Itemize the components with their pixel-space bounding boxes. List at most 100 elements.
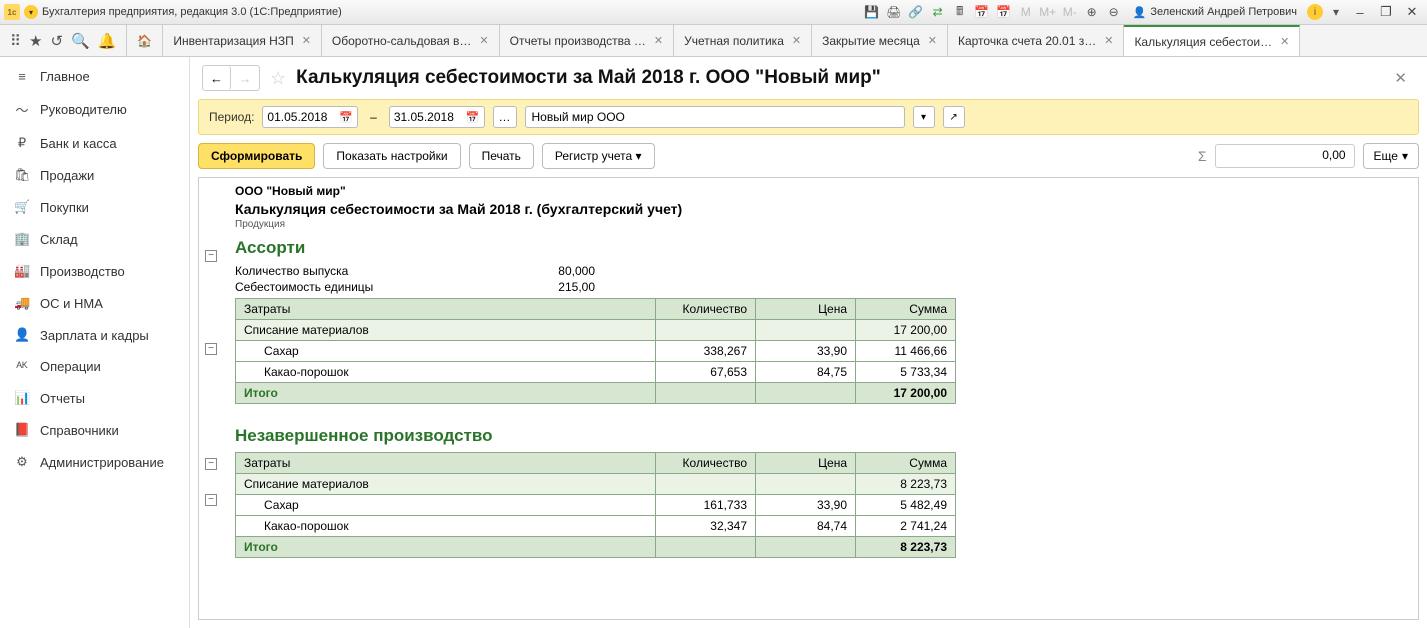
costs-table-2: ЗатратыКоличествоЦенаСумма Списание мате… bbox=[235, 452, 956, 558]
calendar2-icon[interactable]: 📅 bbox=[995, 3, 1013, 21]
close-icon[interactable]: ✕ bbox=[1104, 34, 1113, 47]
close-icon[interactable]: ✕ bbox=[479, 34, 488, 47]
col-header: Цена bbox=[756, 453, 856, 474]
minimize-button[interactable]: – bbox=[1349, 5, 1371, 20]
collapse-toggle[interactable]: − bbox=[205, 343, 217, 355]
m-plus-icon[interactable]: M+ bbox=[1039, 3, 1057, 21]
date-to-input[interactable] bbox=[394, 110, 462, 124]
notifications-icon[interactable]: 🔔 bbox=[98, 32, 117, 50]
info-dd-icon[interactable]: ▾ bbox=[1327, 3, 1345, 21]
bars-icon: 📊 bbox=[14, 390, 30, 406]
tabbar: ⠿ ★ ↺ 🔍 🔔 🏠 Инвентаризация НЗП✕ Оборотно… bbox=[0, 25, 1427, 57]
zoom-out-icon[interactable]: ⊖ bbox=[1105, 3, 1123, 21]
sidebar-item-production[interactable]: 🏭Производство bbox=[0, 255, 189, 287]
bag-icon: 🛍 bbox=[14, 167, 30, 183]
search-icon[interactable]: 🔍 bbox=[71, 32, 90, 50]
org-input[interactable] bbox=[532, 110, 898, 124]
close-icon[interactable]: ✕ bbox=[792, 34, 801, 47]
cart-icon: 🛒 bbox=[14, 199, 30, 215]
sidebar-item-warehouse[interactable]: 🏢Склад bbox=[0, 223, 189, 255]
calendar-icon[interactable]: 📅 bbox=[339, 111, 353, 124]
chevron-down-icon: ▾ bbox=[1402, 149, 1408, 163]
forward-button[interactable]: → bbox=[231, 66, 259, 90]
params-bar: Период: 📅 – 📅 … ▾ ↗ bbox=[198, 99, 1419, 135]
titlebar: 1c ▾ Бухгалтерия предприятия, редакция 3… bbox=[0, 0, 1427, 25]
register-button[interactable]: Регистр учета ▾ bbox=[542, 143, 655, 169]
tab-6[interactable]: Калькуляция себестои…✕ bbox=[1124, 25, 1300, 56]
apps-icon[interactable]: ⠿ bbox=[10, 32, 21, 50]
sidebar-item-label: Склад bbox=[40, 232, 78, 247]
save-icon[interactable]: 💾 bbox=[863, 3, 881, 21]
close-window-button[interactable]: ✕ bbox=[1401, 4, 1423, 20]
org-dropdown-button[interactable]: ▾ bbox=[913, 106, 935, 128]
link-icon[interactable]: 🔗 bbox=[907, 3, 925, 21]
compare-icon[interactable]: ⇄ bbox=[929, 3, 947, 21]
show-settings-button[interactable]: Показать настройки bbox=[323, 143, 460, 169]
date-from-field[interactable]: 📅 bbox=[262, 106, 358, 128]
calendar-icon[interactable]: 📅 bbox=[466, 111, 480, 124]
collapse-toggle[interactable]: − bbox=[205, 458, 217, 470]
period-picker-button[interactable]: … bbox=[493, 106, 517, 128]
generate-button[interactable]: Сформировать bbox=[198, 143, 315, 169]
close-icon[interactable]: ✕ bbox=[654, 34, 663, 47]
calc-icon[interactable]: 🖩 bbox=[951, 3, 969, 21]
print-icon[interactable]: 🖨 bbox=[885, 3, 903, 21]
tab-2[interactable]: Отчеты производства …✕ bbox=[500, 25, 674, 56]
truck-icon: 🚚 bbox=[14, 295, 30, 311]
maximize-button[interactable]: ❐ bbox=[1375, 4, 1397, 20]
org-field[interactable] bbox=[525, 106, 905, 128]
sidebar-item-refs[interactable]: 📕Справочники bbox=[0, 414, 189, 446]
param-label: Количество выпуска bbox=[235, 264, 505, 278]
close-icon[interactable]: ✕ bbox=[302, 34, 311, 47]
tab-1[interactable]: Оборотно-сальдовая в…✕ bbox=[322, 25, 500, 56]
close-icon[interactable]: ✕ bbox=[1280, 35, 1289, 48]
back-button[interactable]: ← bbox=[203, 66, 231, 90]
report-company: ООО "Новый мир" bbox=[235, 184, 1418, 198]
close-icon[interactable]: ✕ bbox=[928, 34, 937, 47]
sidebar-item-reports[interactable]: 📊Отчеты bbox=[0, 382, 189, 414]
tab-0[interactable]: Инвентаризация НЗП✕ bbox=[163, 25, 322, 56]
sum-field[interactable]: 0,00 bbox=[1215, 144, 1355, 168]
sidebar-item-sales[interactable]: 🛍Продажи bbox=[0, 159, 189, 191]
sidebar-item-bank[interactable]: ₽Банк и касса bbox=[0, 127, 189, 159]
sidebar-item-admin[interactable]: ⚙Администрирование bbox=[0, 446, 189, 478]
sidebar-item-payroll[interactable]: 👤Зарплата и кадры bbox=[0, 319, 189, 351]
ops-icon: ᴬᴷ bbox=[14, 359, 30, 374]
m-minus-icon[interactable]: M- bbox=[1061, 3, 1079, 21]
info-icon[interactable]: i bbox=[1307, 4, 1323, 20]
tab-5[interactable]: Карточка счета 20.01 з…✕ bbox=[948, 25, 1124, 56]
home-tab[interactable]: 🏠 bbox=[126, 25, 163, 56]
collapse-toggle[interactable]: − bbox=[205, 250, 217, 262]
tab-4[interactable]: Закрытие месяца✕ bbox=[812, 25, 948, 56]
date-from-input[interactable] bbox=[267, 110, 335, 124]
m-icon[interactable]: M bbox=[1017, 3, 1035, 21]
app-menu-dropdown-icon[interactable]: ▾ bbox=[24, 5, 38, 19]
total-label: Итого bbox=[236, 383, 656, 404]
user-block[interactable]: 👤 Зеленский Андрей Петрович bbox=[1127, 6, 1303, 19]
calendar-icon[interactable]: 📅 bbox=[973, 3, 991, 21]
sidebar-item-assets[interactable]: 🚚ОС и НМА bbox=[0, 287, 189, 319]
sidebar-item-operations[interactable]: ᴬᴷОперации bbox=[0, 351, 189, 382]
sidebar-item-purchases[interactable]: 🛒 Покупки bbox=[0, 191, 189, 223]
sidebar-item-label: Руководителю bbox=[40, 102, 127, 117]
favorite-icon[interactable]: ★ bbox=[29, 32, 42, 50]
print-button[interactable]: Печать bbox=[469, 143, 534, 169]
group-sum: 17 200,00 bbox=[856, 320, 956, 341]
sidebar-item-main[interactable]: ≡Главное bbox=[0, 61, 189, 92]
item-name: Какао-порошок bbox=[236, 516, 656, 537]
report-area[interactable]: ООО "Новый мир" Калькуляция себестоимост… bbox=[198, 177, 1419, 620]
sidebar-item-label: Покупки bbox=[40, 200, 89, 215]
col-header: Сумма bbox=[856, 453, 956, 474]
close-page-button[interactable]: ✕ bbox=[1386, 69, 1415, 87]
collapse-toggle[interactable]: − bbox=[205, 494, 217, 506]
zoom-in-icon[interactable]: ⊕ bbox=[1083, 3, 1101, 21]
group-name: Списание материалов bbox=[236, 474, 656, 495]
history-icon[interactable]: ↺ bbox=[50, 32, 63, 50]
param-label: Себестоимость единицы bbox=[235, 280, 505, 294]
tab-3[interactable]: Учетная политика✕ bbox=[674, 25, 812, 56]
date-to-field[interactable]: 📅 bbox=[389, 106, 485, 128]
org-open-button[interactable]: ↗ bbox=[943, 106, 965, 128]
more-button[interactable]: Еще▾ bbox=[1363, 143, 1419, 169]
favorite-star-icon[interactable]: ☆ bbox=[270, 68, 286, 89]
sidebar-item-manager[interactable]: 〜Руководителю bbox=[0, 92, 189, 127]
